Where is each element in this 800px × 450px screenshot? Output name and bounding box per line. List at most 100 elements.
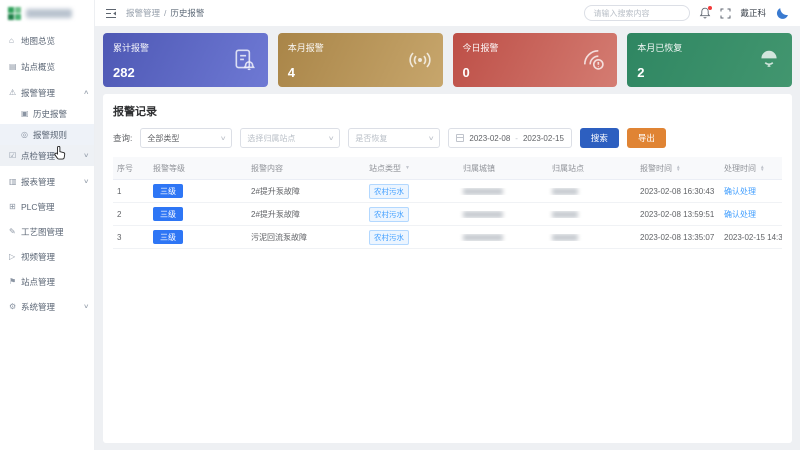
sidebar-item-map-overview[interactable]: ⌂ 地图总览 xyxy=(0,30,94,51)
chevron-down-icon: ∨ xyxy=(219,135,227,142)
sidebar-item-alarm-rules[interactable]: ◎ 报警规则 xyxy=(0,124,94,145)
notification-bell-icon[interactable] xyxy=(699,6,713,19)
stat-cards: 累计报警 282 本月报警 4 今日报警 0 本月已恢复 2 xyxy=(103,33,792,87)
alarm-signal-icon xyxy=(581,47,607,73)
site-type-tag: 农村污水 xyxy=(369,229,409,245)
sidebar-item-process-diagram-management[interactable]: ✎ 工艺图管理 xyxy=(0,221,94,242)
sidebar-item-label: 站点概览 xyxy=(21,61,56,72)
breadcrumb-history-alarm: 历史报警 xyxy=(170,8,205,18)
card-value: 2 xyxy=(637,65,645,80)
alarm-time: 2023-02-08 16:30:43 xyxy=(640,186,715,196)
sidebar-item-plc-management[interactable]: ⊞ PLC管理 xyxy=(0,196,94,217)
inspection-icon: ☑ xyxy=(9,151,17,160)
sidebar-item-history-alarm[interactable]: ▣ 历史报警 xyxy=(0,103,94,124)
search-button[interactable]: 搜索 xyxy=(579,128,619,148)
chevron-down-icon: ∨ xyxy=(427,135,435,142)
alarm-content: 2#提升泵故障 xyxy=(251,186,300,196)
col-town: 归属城镇 xyxy=(463,163,495,173)
breadcrumb: 报警管理 / 历史报警 xyxy=(126,7,204,19)
calendar-icon xyxy=(456,134,465,142)
card-total-alarms[interactable]: 累计报警 282 xyxy=(103,33,268,87)
col-alarm-time[interactable]: 报警时间 ▲ ▼ xyxy=(636,163,720,174)
alarm-table: 序号 报警等级 报警内容 站点类型 ▼ 归属城镇 归属站点 报警时间 ▲ ▼ 处理… xyxy=(113,157,782,249)
sidebar-item-label: 系统管理 xyxy=(21,301,56,312)
table-header-row: 序号 报警等级 报警内容 站点类型 ▼ 归属城镇 归属站点 报警时间 ▲ ▼ 处理… xyxy=(113,157,782,180)
chevron-up-icon: ∧ xyxy=(82,90,89,96)
handle-time: 2023-02-15 14:34:10 xyxy=(724,232,782,242)
sidebar-item-report-management[interactable]: ▥ 报表管理 ∨ xyxy=(0,171,94,192)
sidebar-item-inspection-management[interactable]: ☑ 点检管理 ∨ xyxy=(0,145,94,166)
report-icon: ▥ xyxy=(9,177,17,186)
card-value: 0 xyxy=(462,65,470,80)
sidebar-item-system-management[interactable]: ⚙ 系统管理 ∨ xyxy=(0,296,94,317)
search-input[interactable] xyxy=(584,5,691,21)
site-type-tag: 农村污水 xyxy=(369,206,409,222)
confirm-handle-link[interactable]: 确认处理 xyxy=(720,209,782,220)
chevron-down-icon: ∨ xyxy=(82,304,89,310)
document-bell-icon xyxy=(232,47,258,73)
redacted-town xyxy=(463,233,503,241)
alarm-rules-icon: ◎ xyxy=(21,130,28,139)
sidebar-item-label: PLC管理 xyxy=(21,201,55,212)
date-range-picker[interactable]: 2023-02-08 - 2023-02-15 xyxy=(448,128,572,148)
recover-status-select[interactable]: 是否恢复 ∨ xyxy=(348,128,441,148)
card-value: 282 xyxy=(113,65,135,80)
alarm-icon: ⚠ xyxy=(9,88,17,97)
sidebar-item-alarm-management[interactable]: ⚠ 报警管理 ∧ xyxy=(0,82,94,103)
app-logo xyxy=(0,0,94,26)
breadcrumb-alarm-management[interactable]: 报警管理 xyxy=(126,7,160,19)
sidebar-item-label: 报警规则 xyxy=(33,129,68,140)
date-separator: - xyxy=(515,133,518,143)
panel-title: 报警记录 xyxy=(113,106,157,118)
sidebar-item-video-management[interactable]: ▷ 视频管理 xyxy=(0,246,94,267)
username[interactable]: 戴正科 xyxy=(740,7,766,19)
export-button[interactable]: 导出 xyxy=(626,128,666,148)
row-no: 2 xyxy=(117,209,122,219)
sidebar-item-label: 历史报警 xyxy=(33,108,68,119)
fullscreen-icon[interactable] xyxy=(720,8,731,19)
col-handle-time[interactable]: 处理时间 ▲ ▼ xyxy=(720,163,782,174)
redacted-town xyxy=(463,187,503,195)
card-month-alarms[interactable]: 本月报警 4 xyxy=(277,33,443,87)
recover-status-value: 是否恢复 xyxy=(355,133,388,143)
sidebar-collapse-icon[interactable] xyxy=(105,8,117,19)
sidebar-item-label: 报表管理 xyxy=(21,176,56,187)
alarm-time: 2023-02-08 13:35:07 xyxy=(640,232,715,242)
notification-badge xyxy=(708,6,713,10)
main-content: 累计报警 282 本月报警 4 今日报警 0 本月已恢复 2 报警记录 查询: … xyxy=(95,26,800,450)
col-handle-time-label: 处理时间 xyxy=(724,163,756,173)
query-label: 查询: xyxy=(113,133,133,143)
sidebar: ⌂ 地图总览 ▤ 站点概览 ⚠ 报警管理 ∧ ▣ 历史报警 ◎ 报警规则 ☑ 点… xyxy=(0,0,95,450)
history-alarm-icon: ▣ xyxy=(21,109,29,118)
sidebar-item-site-overview[interactable]: ▤ 站点概览 xyxy=(0,56,94,77)
date-start: 2023-02-08 xyxy=(469,133,511,143)
table-row: 1 三级 2#提升泵故障 农村污水 2023-02-08 16:30:43 确认… xyxy=(113,180,782,203)
sidebar-item-label: 站点管理 xyxy=(21,276,56,287)
card-month-recovered[interactable]: 本月已恢复 2 xyxy=(627,33,792,87)
map-icon: ⌂ xyxy=(9,36,14,45)
col-site: 归属站点 xyxy=(552,163,584,173)
table-row: 3 三级 污泥回流泵故障 农村污水 2023-02-08 13:35:07 20… xyxy=(113,226,782,249)
site-overview-icon: ▤ xyxy=(9,62,17,71)
alarm-content: 2#提升泵故障 xyxy=(251,209,300,219)
filter-bar: 查询: 全部类型 ∨ 选择归属站点 ∨ 是否恢复 ∨ 2023-02-08 - xyxy=(113,128,782,148)
confirm-handle-link[interactable]: 确认处理 xyxy=(720,186,782,197)
redacted-site xyxy=(552,233,578,241)
top-header: 报警管理 / 历史报警 戴正科 xyxy=(95,0,800,26)
chevron-down-icon: ∨ xyxy=(82,153,89,159)
alarm-time: 2023-02-08 13:59:51 xyxy=(640,209,715,219)
sidebar-item-site-management[interactable]: ⚑ 站点管理 xyxy=(0,271,94,292)
avatar[interactable] xyxy=(775,6,790,21)
alarm-type-select[interactable]: 全部类型 ∨ xyxy=(140,128,233,148)
row-no: 1 xyxy=(117,186,122,196)
redacted-site xyxy=(552,210,578,218)
col-site-type[interactable]: 站点类型 ▼ xyxy=(365,163,459,174)
site-select[interactable]: 选择归属站点 ∨ xyxy=(240,128,341,148)
chevron-down-icon: ∨ xyxy=(327,135,335,142)
chevron-down-icon: ∨ xyxy=(82,179,89,185)
level-badge: 三级 xyxy=(153,184,183,198)
mouse-cursor xyxy=(53,146,66,160)
redacted-town xyxy=(463,210,503,218)
card-today-alarms[interactable]: 今日报警 0 xyxy=(452,33,618,87)
sidebar-menu: ⌂ 地图总览 ▤ 站点概览 ⚠ 报警管理 ∧ ▣ 历史报警 ◎ 报警规则 ☑ 点… xyxy=(0,30,94,317)
